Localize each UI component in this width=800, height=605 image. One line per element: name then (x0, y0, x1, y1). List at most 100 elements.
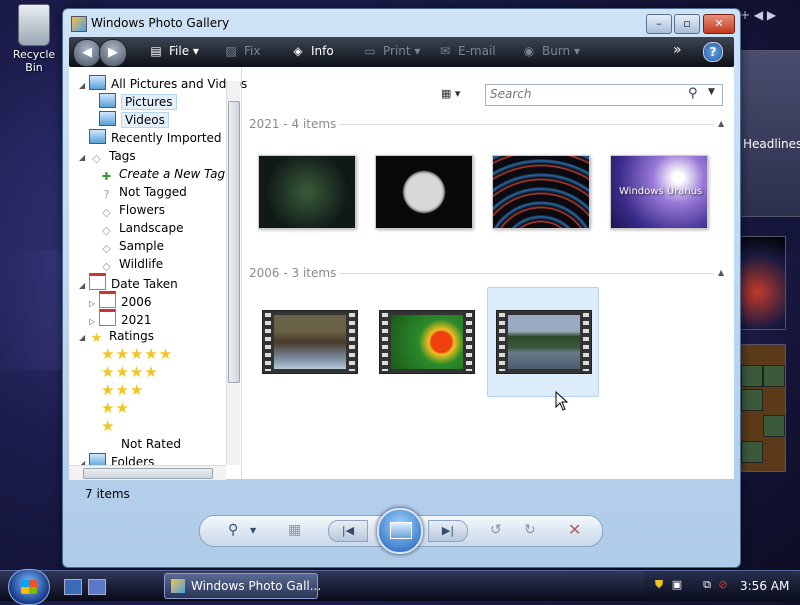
collapse-arrow-icon[interactable]: ◢ (79, 455, 89, 465)
search-box[interactable]: ⚲ ▼ (485, 84, 723, 106)
puzzle-tile[interactable] (741, 441, 763, 463)
file-menu-button[interactable]: ▤ File ▾ (149, 44, 199, 58)
puzzle-tile[interactable] (763, 365, 785, 387)
collapse-arrow-icon[interactable]: ◢ (79, 329, 89, 347)
more-commands-button[interactable]: » (673, 42, 682, 58)
back-button[interactable]: ◀ (73, 39, 101, 67)
photo-thumbnail[interactable] (258, 155, 356, 229)
nav-rating-2-stars[interactable]: ★★ (101, 399, 130, 417)
tag-icon: ◈ (293, 44, 303, 58)
info-button[interactable]: ◈ Info (291, 44, 333, 58)
email-button[interactable]: ✉ E-mail (438, 44, 496, 58)
maximize-button[interactable]: ▫ (674, 14, 700, 34)
nav-rating-3-stars[interactable]: ★★★ (101, 381, 144, 399)
nav-label: Not Rated (121, 437, 181, 451)
puzzle-tile[interactable] (741, 365, 763, 387)
search-dropdown-icon[interactable]: ▼ (708, 87, 715, 97)
nav-vertical-scrollbar[interactable] (226, 81, 240, 465)
puzzle-tile[interactable] (741, 389, 763, 411)
collapse-arrow-icon[interactable]: ◢ (79, 149, 89, 167)
burn-button[interactable]: ◉ Burn ▾ (522, 44, 580, 58)
view-options-button[interactable]: ▦ ▾ (441, 87, 473, 105)
search-icon[interactable]: ⚲ (688, 86, 698, 101)
collapse-arrow-icon[interactable]: ◢ (79, 77, 89, 95)
zoom-icon[interactable]: ⚲ (228, 522, 238, 538)
nav-tag-wildlife[interactable]: ◇ Wildlife (99, 255, 163, 273)
nav-pictures[interactable]: Pictures (99, 93, 177, 111)
volume-muted-icon[interactable]: ⊘ (716, 578, 730, 592)
minimize-button[interactable]: – (646, 14, 672, 34)
video-thumbnail-selected[interactable] (496, 310, 592, 374)
nav-not-tagged[interactable]: ? Not Tagged (99, 183, 187, 201)
slideshow-gadget[interactable] (738, 236, 786, 330)
photo-thumbnail[interactable] (492, 155, 590, 229)
nav-label: Folders (111, 455, 155, 465)
nav-recently-imported[interactable]: Recently Imported (89, 129, 222, 147)
security-shield-icon[interactable]: ⛊ (652, 578, 666, 592)
fix-button[interactable]: ▨ Fix (224, 44, 260, 58)
taskbar-photo-gallery-button[interactable]: Windows Photo Gall... (164, 573, 321, 599)
nav-folders[interactable]: ◢ Folders (79, 453, 154, 465)
photo-thumbnail[interactable]: Windows Uranus (610, 155, 708, 229)
video-thumbnail[interactable] (262, 310, 358, 374)
nav-videos[interactable]: Videos (99, 111, 169, 129)
delete-icon[interactable]: ✕ (568, 520, 581, 539)
nav-horizontal-scrollbar[interactable] (69, 465, 226, 480)
picture-puzzle-gadget[interactable] (738, 344, 786, 472)
switch-windows-icon[interactable] (88, 579, 106, 595)
video-thumbnail[interactable] (379, 310, 475, 374)
zoom-dropdown-icon[interactable]: ▼ (250, 526, 256, 535)
thumbnail-text: Windows Uranus (619, 186, 703, 197)
slideshow-button[interactable] (377, 508, 423, 554)
scrollbar-thumb[interactable] (83, 468, 213, 479)
envelope-icon: ✉ (439, 44, 451, 58)
network-icon[interactable]: ⧉ (700, 578, 714, 592)
collapse-arrow-icon[interactable]: ◢ (79, 277, 89, 295)
nav-tags[interactable]: ◢ ◇ Tags (79, 147, 136, 165)
previous-button[interactable]: |◀ (328, 520, 368, 542)
sidebar-controls[interactable]: + ◀ ▶ (740, 8, 776, 22)
clock[interactable]: 3:56 AM (740, 579, 789, 593)
tray-app-icon[interactable]: ▣ (670, 578, 684, 592)
nav-tag-sample[interactable]: ◇ Sample (99, 237, 164, 255)
forward-button[interactable]: ▶ (99, 39, 127, 67)
collapse-group-icon[interactable]: ▲ (718, 268, 724, 277)
status-item-count: 7 items (85, 487, 130, 501)
collapse-group-icon[interactable]: ▲ (718, 119, 724, 128)
grid-icon[interactable]: ▦ (288, 522, 301, 538)
nav-not-rated[interactable]: Not Rated (121, 435, 181, 453)
photo-thumbnail[interactable] (375, 155, 473, 229)
nav-create-new-tag[interactable]: ✚ Create a New Tag (99, 165, 225, 183)
group-heading-2006[interactable]: 2006 - 3 items (249, 266, 336, 280)
system-tray: ⛊ ▣ ⧉ ⊘ 3:56 AM (644, 571, 800, 601)
title-bar[interactable]: Windows Photo Gallery – ▫ ✕ (63, 9, 740, 37)
puzzle-tile[interactable] (763, 415, 785, 437)
nav-label: Recently Imported (111, 131, 222, 145)
nav-ratings[interactable]: ◢ ★ Ratings (79, 327, 154, 345)
nav-rating-5-stars[interactable]: ★★★★★ (101, 345, 173, 363)
nav-tag-landscape[interactable]: ◇ Landscape (99, 219, 183, 237)
rotate-left-icon[interactable]: ↺ (490, 522, 502, 538)
headlines-gadget[interactable]: Headlines (738, 50, 800, 217)
recycle-bin-icon[interactable]: Recycle Bin (4, 2, 64, 74)
scrollbar-thumb[interactable] (228, 101, 240, 383)
next-button[interactable]: ▶| (428, 520, 468, 542)
nav-rating-4-stars[interactable]: ★★★★ (101, 363, 159, 381)
nav-tag-flowers[interactable]: ◇ Flowers (99, 201, 165, 219)
nav-rating-1-star[interactable]: ★ (101, 417, 115, 435)
nav-year-2021[interactable]: ▷ 2021 (89, 309, 152, 327)
search-input[interactable] (490, 86, 680, 102)
fix-icon: ▨ (225, 44, 237, 58)
help-icon[interactable]: ? (703, 42, 723, 62)
close-button[interactable]: ✕ (703, 14, 735, 34)
nav-year-2006[interactable]: ▷ 2006 (89, 291, 152, 309)
rotate-right-icon[interactable]: ↻ (524, 522, 536, 538)
burn-label: Burn (542, 44, 571, 58)
nav-all-pictures-and-videos[interactable]: ◢ All Pictures and Videos (79, 75, 247, 93)
group-heading-2021[interactable]: 2021 - 4 items (249, 117, 336, 131)
video-frame (274, 315, 346, 369)
print-button[interactable]: ▭ Print ▾ (363, 44, 420, 58)
fix-label: Fix (244, 44, 261, 58)
nav-date-taken[interactable]: ◢ Date Taken (79, 273, 178, 291)
show-desktop-icon[interactable] (64, 579, 82, 595)
